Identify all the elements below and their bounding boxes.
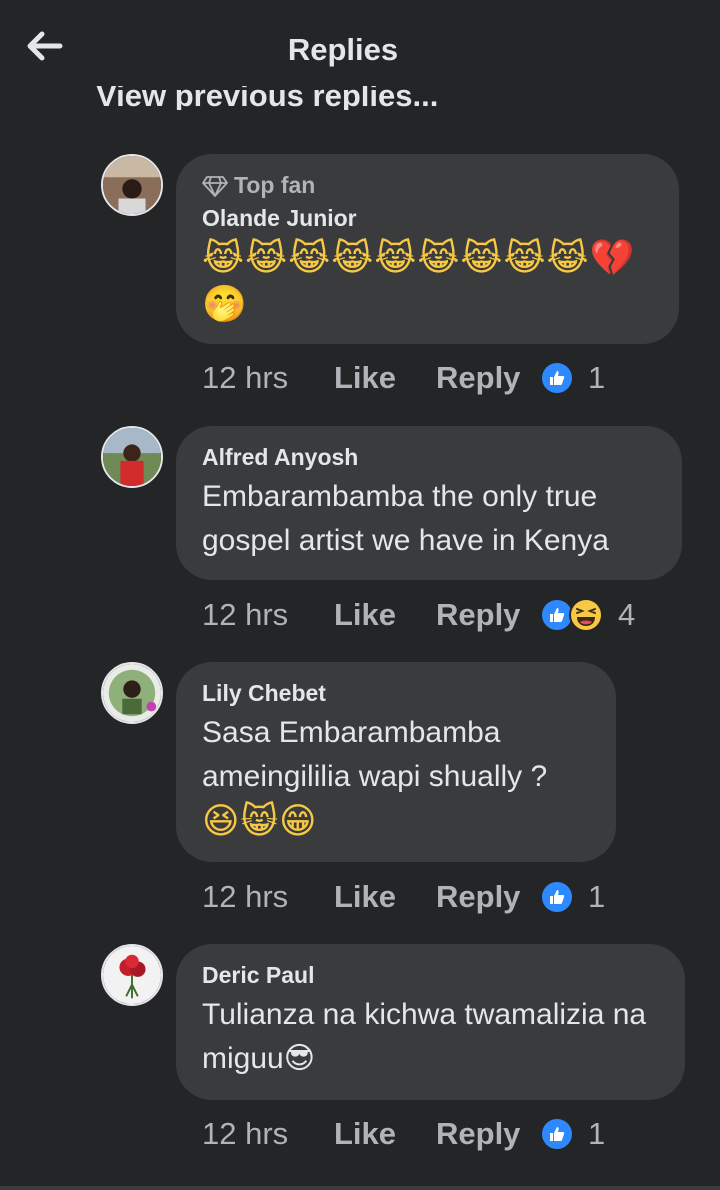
timestamp[interactable]: 12 hrs bbox=[202, 1116, 334, 1152]
page-title: Replies bbox=[287, 32, 399, 67]
timestamp[interactable]: 12 hrs bbox=[202, 879, 334, 915]
reply-button[interactable]: Reply bbox=[436, 597, 540, 633]
like-reaction-icon bbox=[540, 880, 574, 914]
like-button[interactable]: Like bbox=[334, 360, 436, 396]
comment-emojis: 😹😹😹😹😹😹😹😹😹💔🤭 bbox=[202, 238, 636, 325]
avatar[interactable] bbox=[101, 154, 163, 216]
reaction-count: 1 bbox=[588, 1116, 606, 1151]
like-reaction-icon bbox=[540, 1117, 574, 1151]
comment-actions: 12 hrs Like Reply 1 bbox=[202, 358, 605, 398]
comment-author[interactable]: Olande Junior bbox=[202, 205, 653, 232]
next-comment-edge bbox=[0, 1186, 720, 1190]
diamond-icon bbox=[202, 175, 228, 197]
reaction-count: 1 bbox=[588, 879, 606, 914]
avatar[interactable] bbox=[101, 944, 163, 1006]
reaction-summary[interactable]: 4 bbox=[540, 597, 635, 633]
avatar[interactable] bbox=[101, 662, 163, 724]
comment-author[interactable]: Alfred Anyosh bbox=[202, 444, 656, 471]
comment-text: Embarambamba the only true gospel artist… bbox=[202, 480, 609, 557]
reply-button[interactable]: Reply bbox=[436, 1116, 540, 1152]
comment-actions: 12 hrs Like Reply 4 bbox=[202, 595, 635, 635]
like-button[interactable]: Like bbox=[334, 1116, 436, 1152]
like-reaction-icon bbox=[540, 361, 574, 395]
timestamp[interactable]: 12 hrs bbox=[202, 360, 334, 396]
comment-actions: 12 hrs Like Reply 1 bbox=[202, 877, 605, 917]
comment-text: Sasa Embarambamba ameingililia wapi shua… bbox=[202, 716, 548, 793]
haha-reaction-icon bbox=[569, 598, 603, 632]
reply-button[interactable]: Reply bbox=[436, 360, 540, 396]
comment-text: Tulianza na kichwa twamalizia na miguu😎 bbox=[202, 998, 647, 1075]
reaction-count: 1 bbox=[588, 360, 606, 395]
comment-bubble: Top fan Olande Junior 😹😹😹😹😹😹😹😹😹💔🤭 bbox=[176, 154, 679, 344]
comment-bubble: Alfred Anyosh Embarambamba the only true… bbox=[176, 426, 682, 580]
comment-author[interactable]: Lily Chebet bbox=[202, 680, 590, 707]
comment-emojis: 😆😸😁 bbox=[202, 801, 318, 842]
reaction-summary[interactable]: 1 bbox=[540, 1116, 605, 1152]
like-button[interactable]: Like bbox=[334, 879, 436, 915]
top-bar: Replies bbox=[0, 0, 720, 86]
reply-button[interactable]: Reply bbox=[436, 879, 540, 915]
avatar[interactable] bbox=[101, 426, 163, 488]
reaction-summary[interactable]: 1 bbox=[540, 360, 605, 396]
like-button[interactable]: Like bbox=[334, 597, 436, 633]
comment-author[interactable]: Deric Paul bbox=[202, 962, 659, 989]
reaction-summary[interactable]: 1 bbox=[540, 879, 605, 915]
top-fan-badge: Top fan bbox=[202, 172, 653, 199]
reaction-count: 4 bbox=[618, 597, 636, 632]
comment-bubble: Lily Chebet Sasa Embarambamba ameingilil… bbox=[176, 662, 616, 862]
timestamp[interactable]: 12 hrs bbox=[202, 597, 334, 633]
comment-actions: 12 hrs Like Reply 1 bbox=[202, 1114, 605, 1154]
top-fan-label: Top fan bbox=[234, 172, 316, 198]
comment-bubble: Deric Paul Tulianza na kichwa twamalizia… bbox=[176, 944, 685, 1100]
